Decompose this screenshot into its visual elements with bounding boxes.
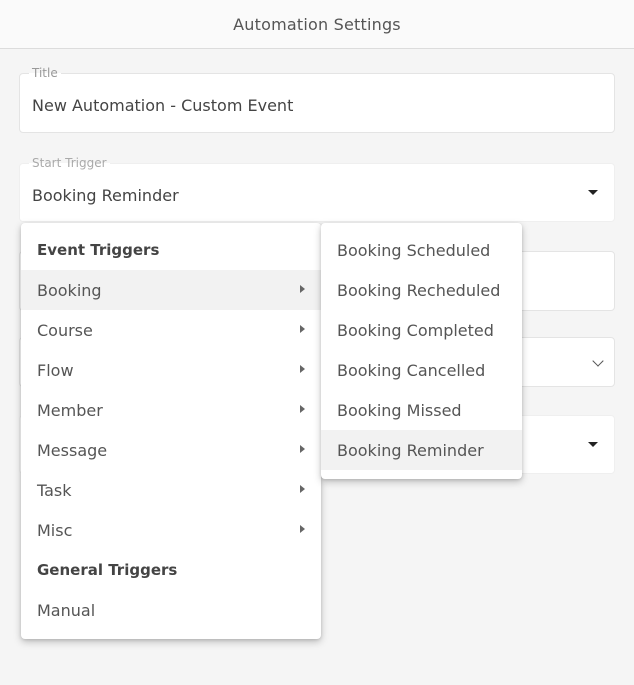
menu-item-manual[interactable]: Manual xyxy=(21,590,321,630)
header: Automation Settings xyxy=(0,0,634,49)
submenu-arrow-icon xyxy=(300,405,305,413)
submenu-item-booking-recheduled[interactable]: Booking Recheduled xyxy=(321,270,522,310)
caret-down-icon[interactable] xyxy=(588,190,598,195)
menu-item-booking[interactable]: Booking xyxy=(21,270,321,310)
start-trigger-value: Booking Reminder xyxy=(32,186,179,205)
chevron-down-icon[interactable] xyxy=(592,355,604,367)
menu-item-member[interactable]: Member xyxy=(21,390,321,430)
event-triggers-heading: Event Triggers xyxy=(37,241,160,259)
menu-item-label: Manual xyxy=(37,600,96,620)
menu-item-label: Message xyxy=(37,440,108,460)
submenu-item-booking-missed[interactable]: Booking Missed xyxy=(321,390,522,430)
menu-item-label: Course xyxy=(37,320,93,340)
title-field[interactable]: Title New Automation - Custom Event xyxy=(19,66,615,133)
start-trigger-select[interactable]: Start Trigger Booking Reminder xyxy=(19,156,615,222)
menu-item-label: Misc xyxy=(37,520,73,540)
menu-item-label: Flow xyxy=(37,360,74,380)
submenu-item-label: Booking Reminder xyxy=(337,440,484,460)
submenu-item-label: Booking Cancelled xyxy=(337,360,486,380)
menu-item-task[interactable]: Task xyxy=(21,470,321,510)
trigger-menu: Event Triggers Booking Course Flow Membe… xyxy=(21,223,321,639)
booking-submenu: Booking Scheduled Booking Recheduled Boo… xyxy=(321,223,522,479)
submenu-item-booking-reminder[interactable]: Booking Reminder xyxy=(321,430,522,470)
submenu-item-booking-cancelled[interactable]: Booking Cancelled xyxy=(321,350,522,390)
submenu-arrow-icon xyxy=(300,485,305,493)
submenu-item-booking-scheduled[interactable]: Booking Scheduled xyxy=(321,230,522,270)
caret-down-icon[interactable] xyxy=(588,442,598,447)
page-title: Automation Settings xyxy=(233,14,401,34)
submenu-item-booking-completed[interactable]: Booking Completed xyxy=(321,310,522,350)
submenu-item-label: Booking Scheduled xyxy=(337,240,491,260)
menu-item-label: Booking xyxy=(37,280,102,300)
title-field-label: Title xyxy=(29,66,61,80)
start-trigger-label: Start Trigger xyxy=(29,156,110,170)
submenu-arrow-icon xyxy=(300,325,305,333)
menu-item-label: Task xyxy=(37,480,72,500)
menu-item-flow[interactable]: Flow xyxy=(21,350,321,390)
title-field-value[interactable]: New Automation - Custom Event xyxy=(32,96,293,115)
submenu-item-label: Booking Recheduled xyxy=(337,280,501,300)
submenu-item-label: Booking Completed xyxy=(337,320,494,340)
submenu-arrow-icon xyxy=(300,445,305,453)
submenu-arrow-icon xyxy=(300,365,305,373)
general-triggers-heading: General Triggers xyxy=(37,561,178,579)
menu-item-label: Member xyxy=(37,400,103,420)
submenu-arrow-icon xyxy=(300,525,305,533)
menu-item-message[interactable]: Message xyxy=(21,430,321,470)
menu-item-misc[interactable]: Misc xyxy=(21,510,321,550)
menu-item-course[interactable]: Course xyxy=(21,310,321,350)
submenu-arrow-icon xyxy=(300,285,305,293)
submenu-item-label: Booking Missed xyxy=(337,400,462,420)
